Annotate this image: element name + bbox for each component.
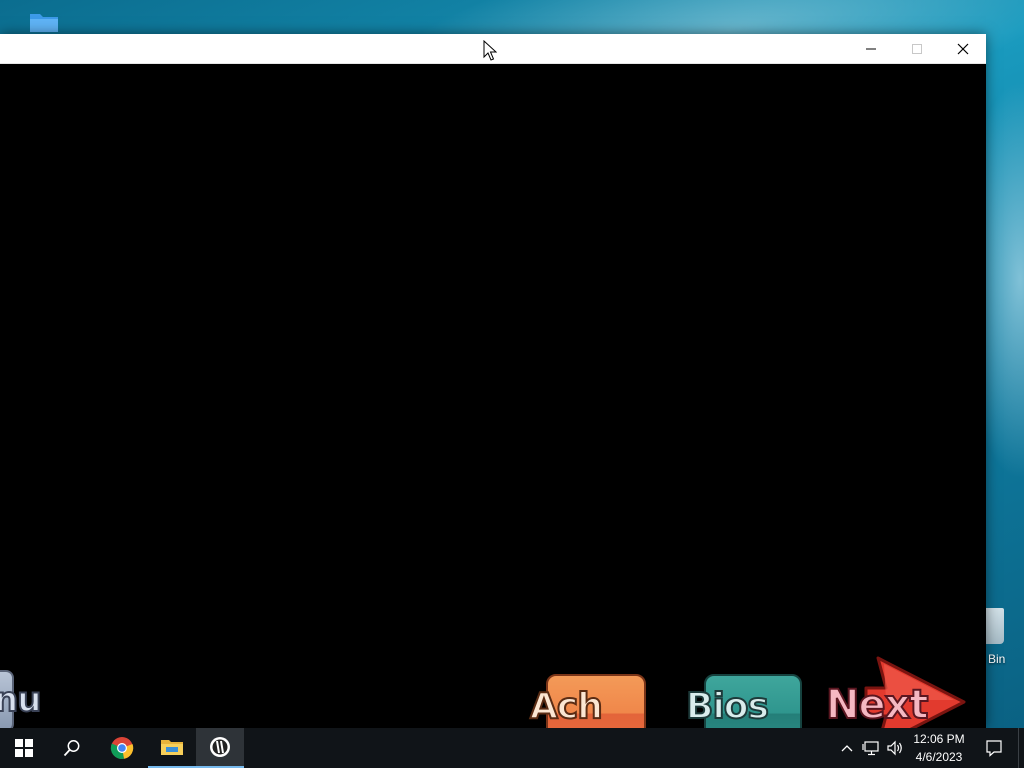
windows-logo-icon bbox=[15, 739, 33, 757]
minimize-button[interactable] bbox=[848, 34, 894, 64]
show-hidden-icons-button[interactable] bbox=[838, 728, 856, 768]
menu-button-label: nu bbox=[0, 679, 42, 721]
achievements-button-label: Ach bbox=[529, 685, 604, 728]
search-icon bbox=[63, 740, 80, 757]
next-button[interactable]: Next bbox=[825, 656, 966, 728]
clock-time: 12:06 PM bbox=[913, 732, 965, 746]
bios-button[interactable]: Bios bbox=[685, 672, 806, 728]
close-icon bbox=[957, 43, 969, 55]
show-desktop-button[interactable] bbox=[1018, 728, 1024, 768]
volume-button[interactable] bbox=[884, 728, 906, 768]
start-button[interactable] bbox=[0, 728, 48, 768]
action-center-button[interactable] bbox=[976, 728, 1012, 768]
mouse-cursor-icon bbox=[483, 39, 498, 67]
chevron-up-icon bbox=[841, 745, 853, 752]
game-taskbar-button[interactable] bbox=[196, 728, 244, 768]
game-canvas[interactable]: nu Ach Bios Next bbox=[0, 64, 986, 728]
recycle-bin-label: Bin bbox=[988, 652, 1006, 666]
network-icon bbox=[862, 741, 879, 756]
achievements-button[interactable]: Ach bbox=[529, 672, 650, 728]
next-button-label: Next bbox=[825, 681, 930, 728]
bios-button-label: Bios bbox=[685, 685, 770, 728]
speaker-icon bbox=[887, 740, 902, 756]
close-button[interactable] bbox=[940, 34, 986, 64]
chrome-taskbar-button[interactable] bbox=[98, 728, 146, 768]
folder-icon bbox=[161, 740, 183, 755]
search-button[interactable] bbox=[48, 728, 96, 768]
taskbar-clock[interactable]: 12:06 PM 4/6/2023 bbox=[906, 730, 972, 766]
chrome-icon bbox=[110, 737, 134, 760]
network-button[interactable] bbox=[860, 728, 882, 768]
maximize-button[interactable] bbox=[894, 34, 940, 64]
minimize-icon bbox=[866, 48, 876, 50]
game-app-icon bbox=[210, 737, 230, 757]
clock-date: 4/6/2023 bbox=[915, 750, 963, 764]
file-explorer-taskbar-button[interactable] bbox=[148, 728, 196, 768]
menu-button[interactable]: nu bbox=[0, 666, 42, 728]
taskbar: 12:06 PM 4/6/2023 bbox=[0, 728, 1024, 768]
notification-icon bbox=[986, 740, 1002, 757]
game-window: nu Ach Bios Next bbox=[0, 34, 986, 728]
maximize-icon bbox=[912, 44, 922, 54]
desktop-folder-icon[interactable] bbox=[28, 10, 60, 34]
